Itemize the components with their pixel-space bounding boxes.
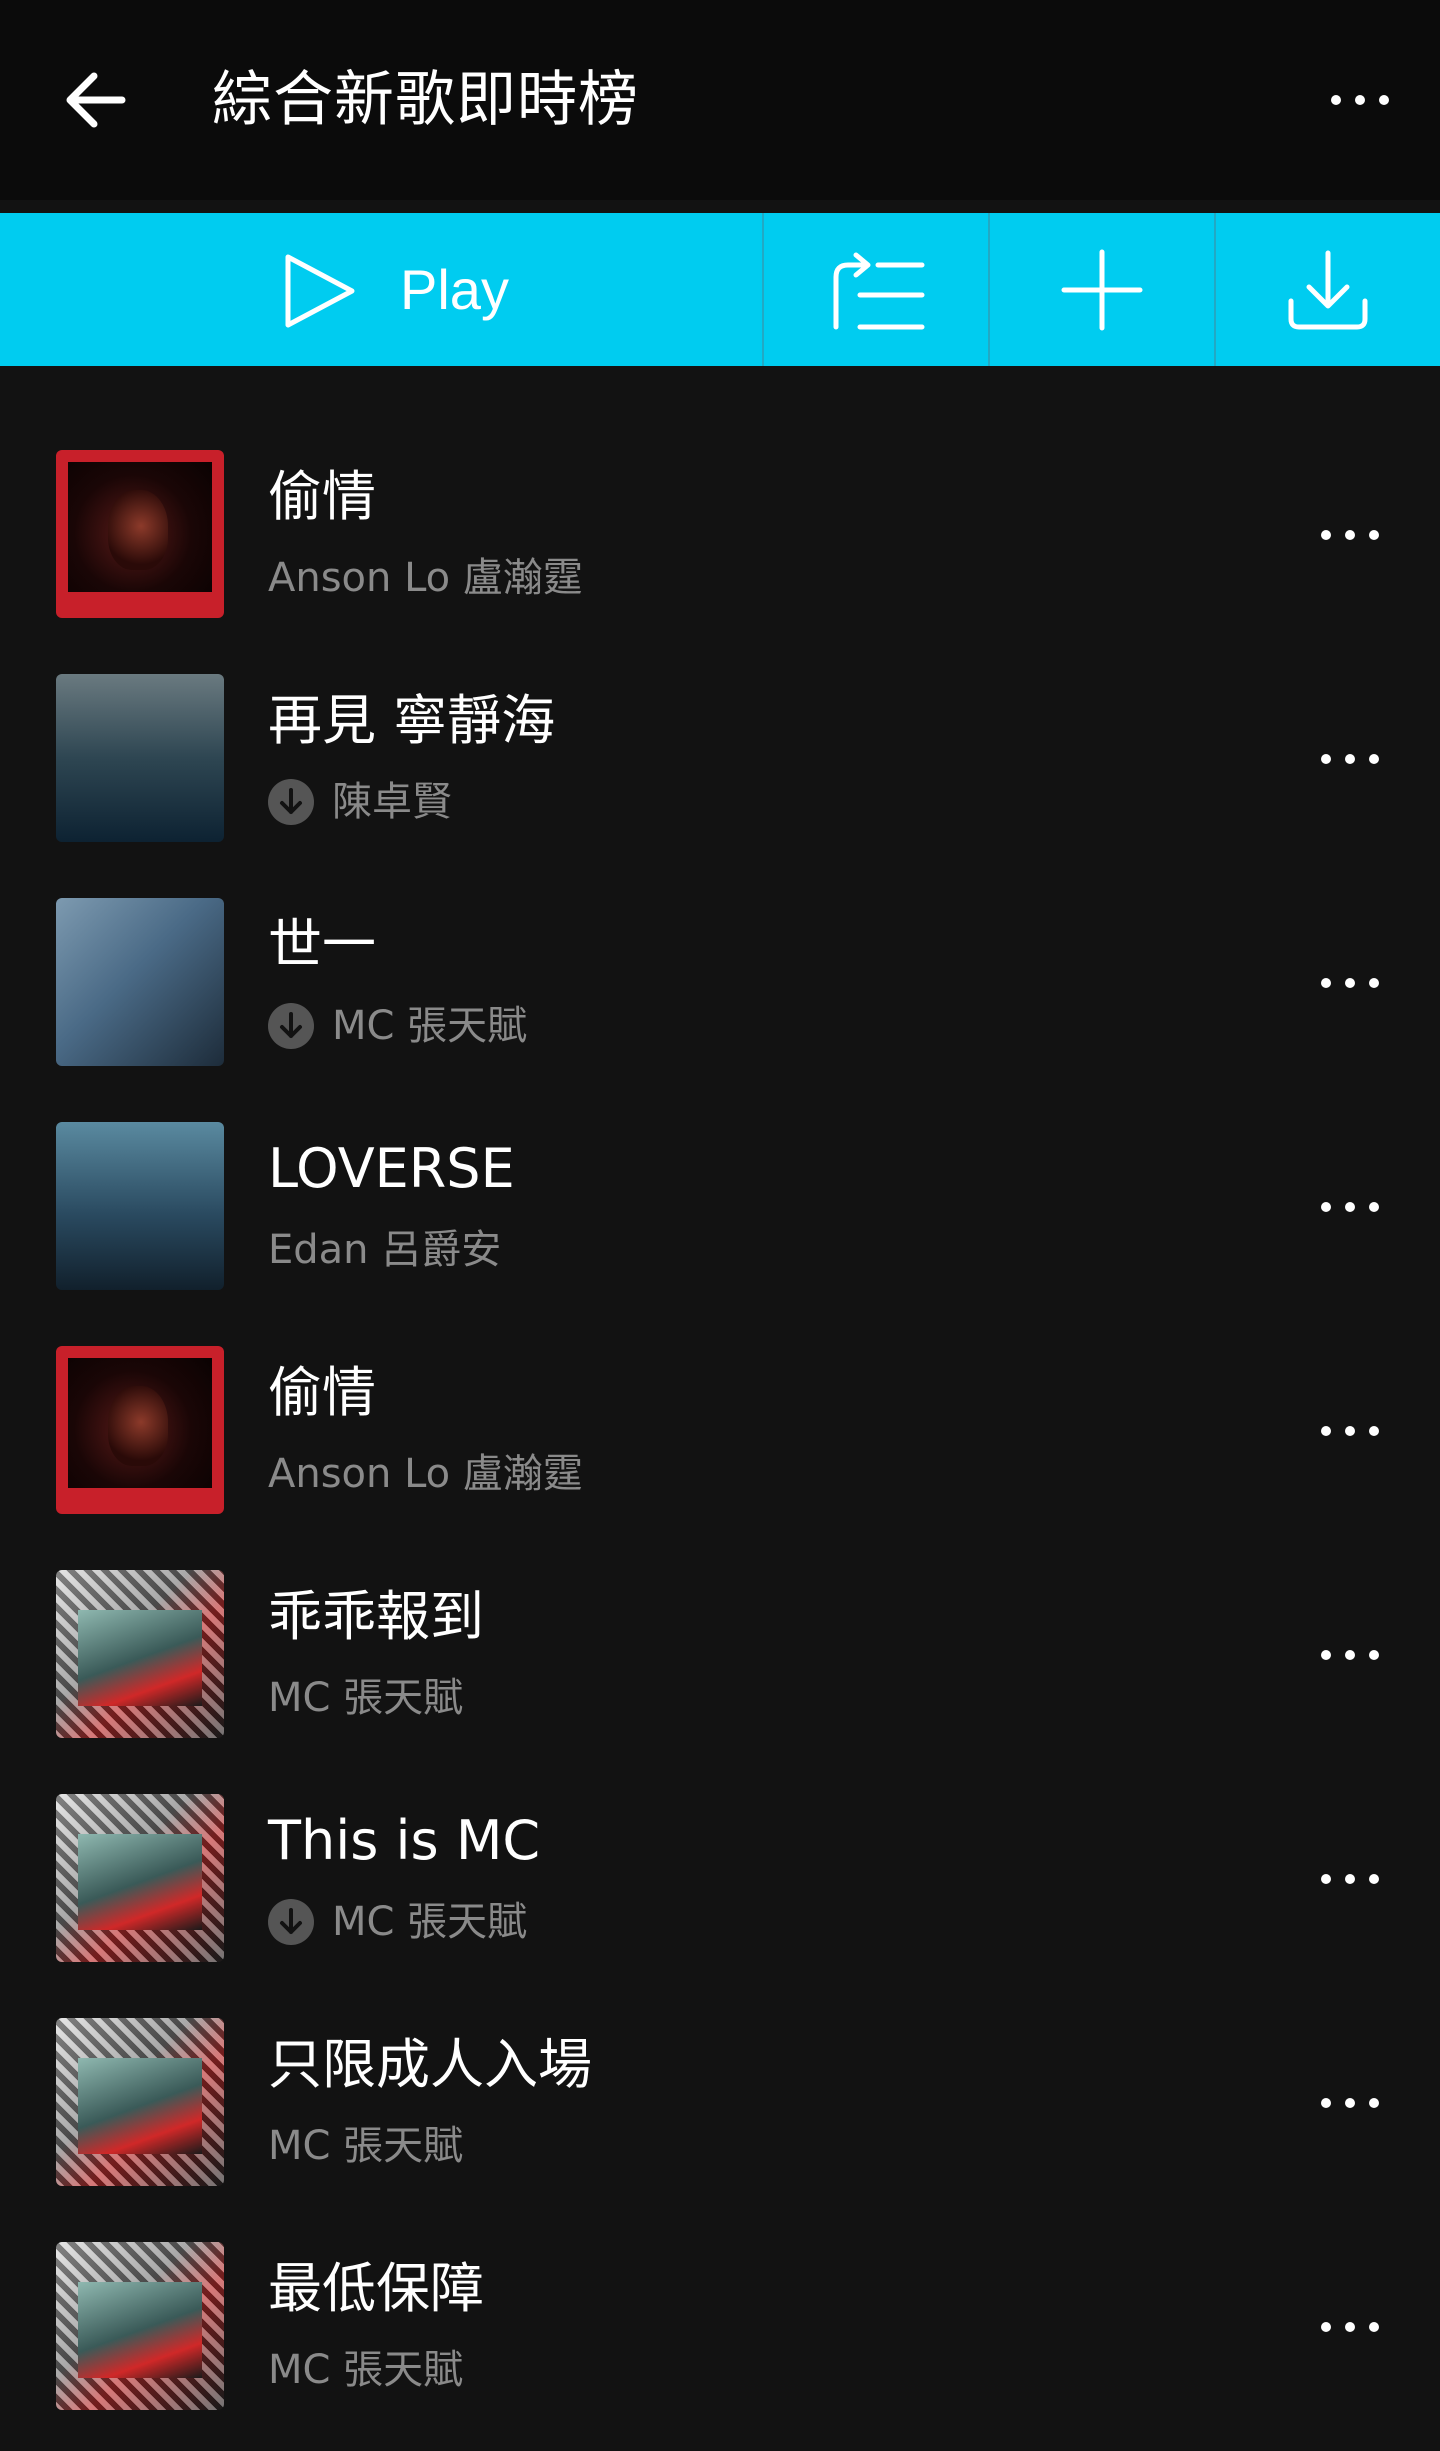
song-artist-label: 陳卓賢: [332, 779, 452, 825]
downloaded-icon: [268, 1003, 314, 1049]
play-button[interactable]: Play: [0, 213, 764, 366]
song-title: 再見 寧靜海: [268, 689, 556, 752]
play-icon: [285, 254, 355, 328]
song-artist: Edan 呂爵安: [268, 1225, 501, 1275]
arrow-left-icon: [66, 72, 126, 128]
album-cover: [56, 1794, 224, 1962]
download-icon: [1288, 250, 1368, 329]
song-title: 偷情: [268, 465, 376, 528]
add-to-queue-button[interactable]: [764, 213, 990, 366]
song-artist-label: Edan 呂爵安: [268, 1227, 502, 1273]
more-icon: [1310, 729, 1390, 789]
song-artist: MC 張天賦: [268, 1673, 463, 1723]
song-more-button[interactable]: [1310, 2073, 1390, 2133]
song-more-button[interactable]: [1310, 953, 1390, 1013]
song-title: 乖乖報到: [268, 1585, 484, 1648]
song-row[interactable]: LOVERSE Edan 呂爵安: [0, 1107, 1440, 1331]
song-list: 偷情 Anson Lo 盧瀚霆 再見 寧靜海 陳卓賢 世一 MC 張天賦 LOVERSE Ed…: [0, 435, 1440, 2451]
more-icon: [1310, 953, 1390, 1013]
song-row[interactable]: 只限成人入場 MC 張天賦: [0, 2003, 1440, 2227]
download-button[interactable]: [1216, 213, 1440, 366]
more-icon: [1310, 2297, 1390, 2357]
album-cover: [56, 1122, 224, 1290]
song-more-button[interactable]: [1310, 1625, 1390, 1685]
song-row[interactable]: 最低保障 MC 張天賦: [0, 2227, 1440, 2451]
more-icon: [1310, 1401, 1390, 1461]
downloaded-icon: [268, 1899, 314, 1945]
song-title: 只限成人入場: [268, 2033, 592, 2096]
song-title: LOVERSE: [268, 1137, 515, 1200]
more-icon: [1310, 1849, 1390, 1909]
song-artist-label: MC 張天賦: [268, 2123, 464, 2169]
more-icon: [1310, 1625, 1390, 1685]
song-title: 最低保障: [268, 2257, 484, 2320]
album-cover: [56, 674, 224, 842]
song-artist-label: Anson Lo 盧瀚霆: [268, 1451, 583, 1497]
add-to-playlist-button[interactable]: [990, 213, 1216, 366]
play-label: Play: [400, 258, 509, 321]
song-more-button[interactable]: [1310, 729, 1390, 789]
song-artist: 陳卓賢: [268, 777, 452, 827]
song-row[interactable]: 世一 MC 張天賦: [0, 883, 1440, 1107]
song-more-button[interactable]: [1310, 1849, 1390, 1909]
song-artist: Anson Lo 盧瀚霆: [268, 553, 583, 603]
song-artist-label: Anson Lo 盧瀚霆: [268, 555, 583, 601]
song-artist: MC 張天賦: [268, 2345, 463, 2395]
song-row[interactable]: 偷情 Anson Lo 盧瀚霆: [0, 1331, 1440, 1555]
album-cover: [56, 898, 224, 1066]
top-app-bar: 綜合新歌即時榜: [0, 0, 1440, 200]
song-row[interactable]: 偷情 Anson Lo 盧瀚霆: [0, 435, 1440, 659]
more-icon: [1320, 70, 1400, 130]
song-artist: MC 張天賦: [268, 1001, 527, 1051]
song-artist: MC 張天賦: [268, 2121, 463, 2171]
song-more-button[interactable]: [1310, 505, 1390, 565]
song-artist-label: MC 張天賦: [332, 1003, 528, 1049]
song-artist-label: MC 張天賦: [332, 1899, 528, 1945]
page-title: 綜合新歌即時榜: [212, 65, 639, 135]
album-cover: [56, 1346, 224, 1514]
song-artist-label: MC 張天賦: [268, 2347, 464, 2393]
song-title: 世一: [268, 913, 376, 976]
back-button[interactable]: [58, 60, 138, 140]
album-cover: [56, 1570, 224, 1738]
more-options-button[interactable]: [1320, 70, 1400, 130]
song-more-button[interactable]: [1310, 1401, 1390, 1461]
song-artist-label: MC 張天賦: [268, 1675, 464, 1721]
song-title: 偷情: [268, 1361, 376, 1424]
album-cover: [56, 450, 224, 618]
song-artist: MC 張天賦: [268, 1897, 527, 1947]
downloaded-icon: [268, 779, 314, 825]
song-more-button[interactable]: [1310, 1177, 1390, 1237]
album-cover: [56, 2018, 224, 2186]
song-row[interactable]: This is MC MC 張天賦: [0, 1779, 1440, 2003]
action-bar: Play: [0, 213, 1440, 366]
song-row[interactable]: 再見 寧靜海陳卓賢: [0, 659, 1440, 883]
song-more-button[interactable]: [1310, 2297, 1390, 2357]
plus-icon: [1061, 249, 1143, 330]
song-row[interactable]: 乖乖報到 MC 張天賦: [0, 1555, 1440, 1779]
more-icon: [1310, 505, 1390, 565]
more-icon: [1310, 1177, 1390, 1237]
play-next-queue-icon: [833, 252, 925, 329]
album-cover: [56, 2242, 224, 2410]
more-icon: [1310, 2073, 1390, 2133]
song-artist: Anson Lo 盧瀚霆: [268, 1449, 583, 1499]
song-title: This is MC: [268, 1809, 541, 1872]
